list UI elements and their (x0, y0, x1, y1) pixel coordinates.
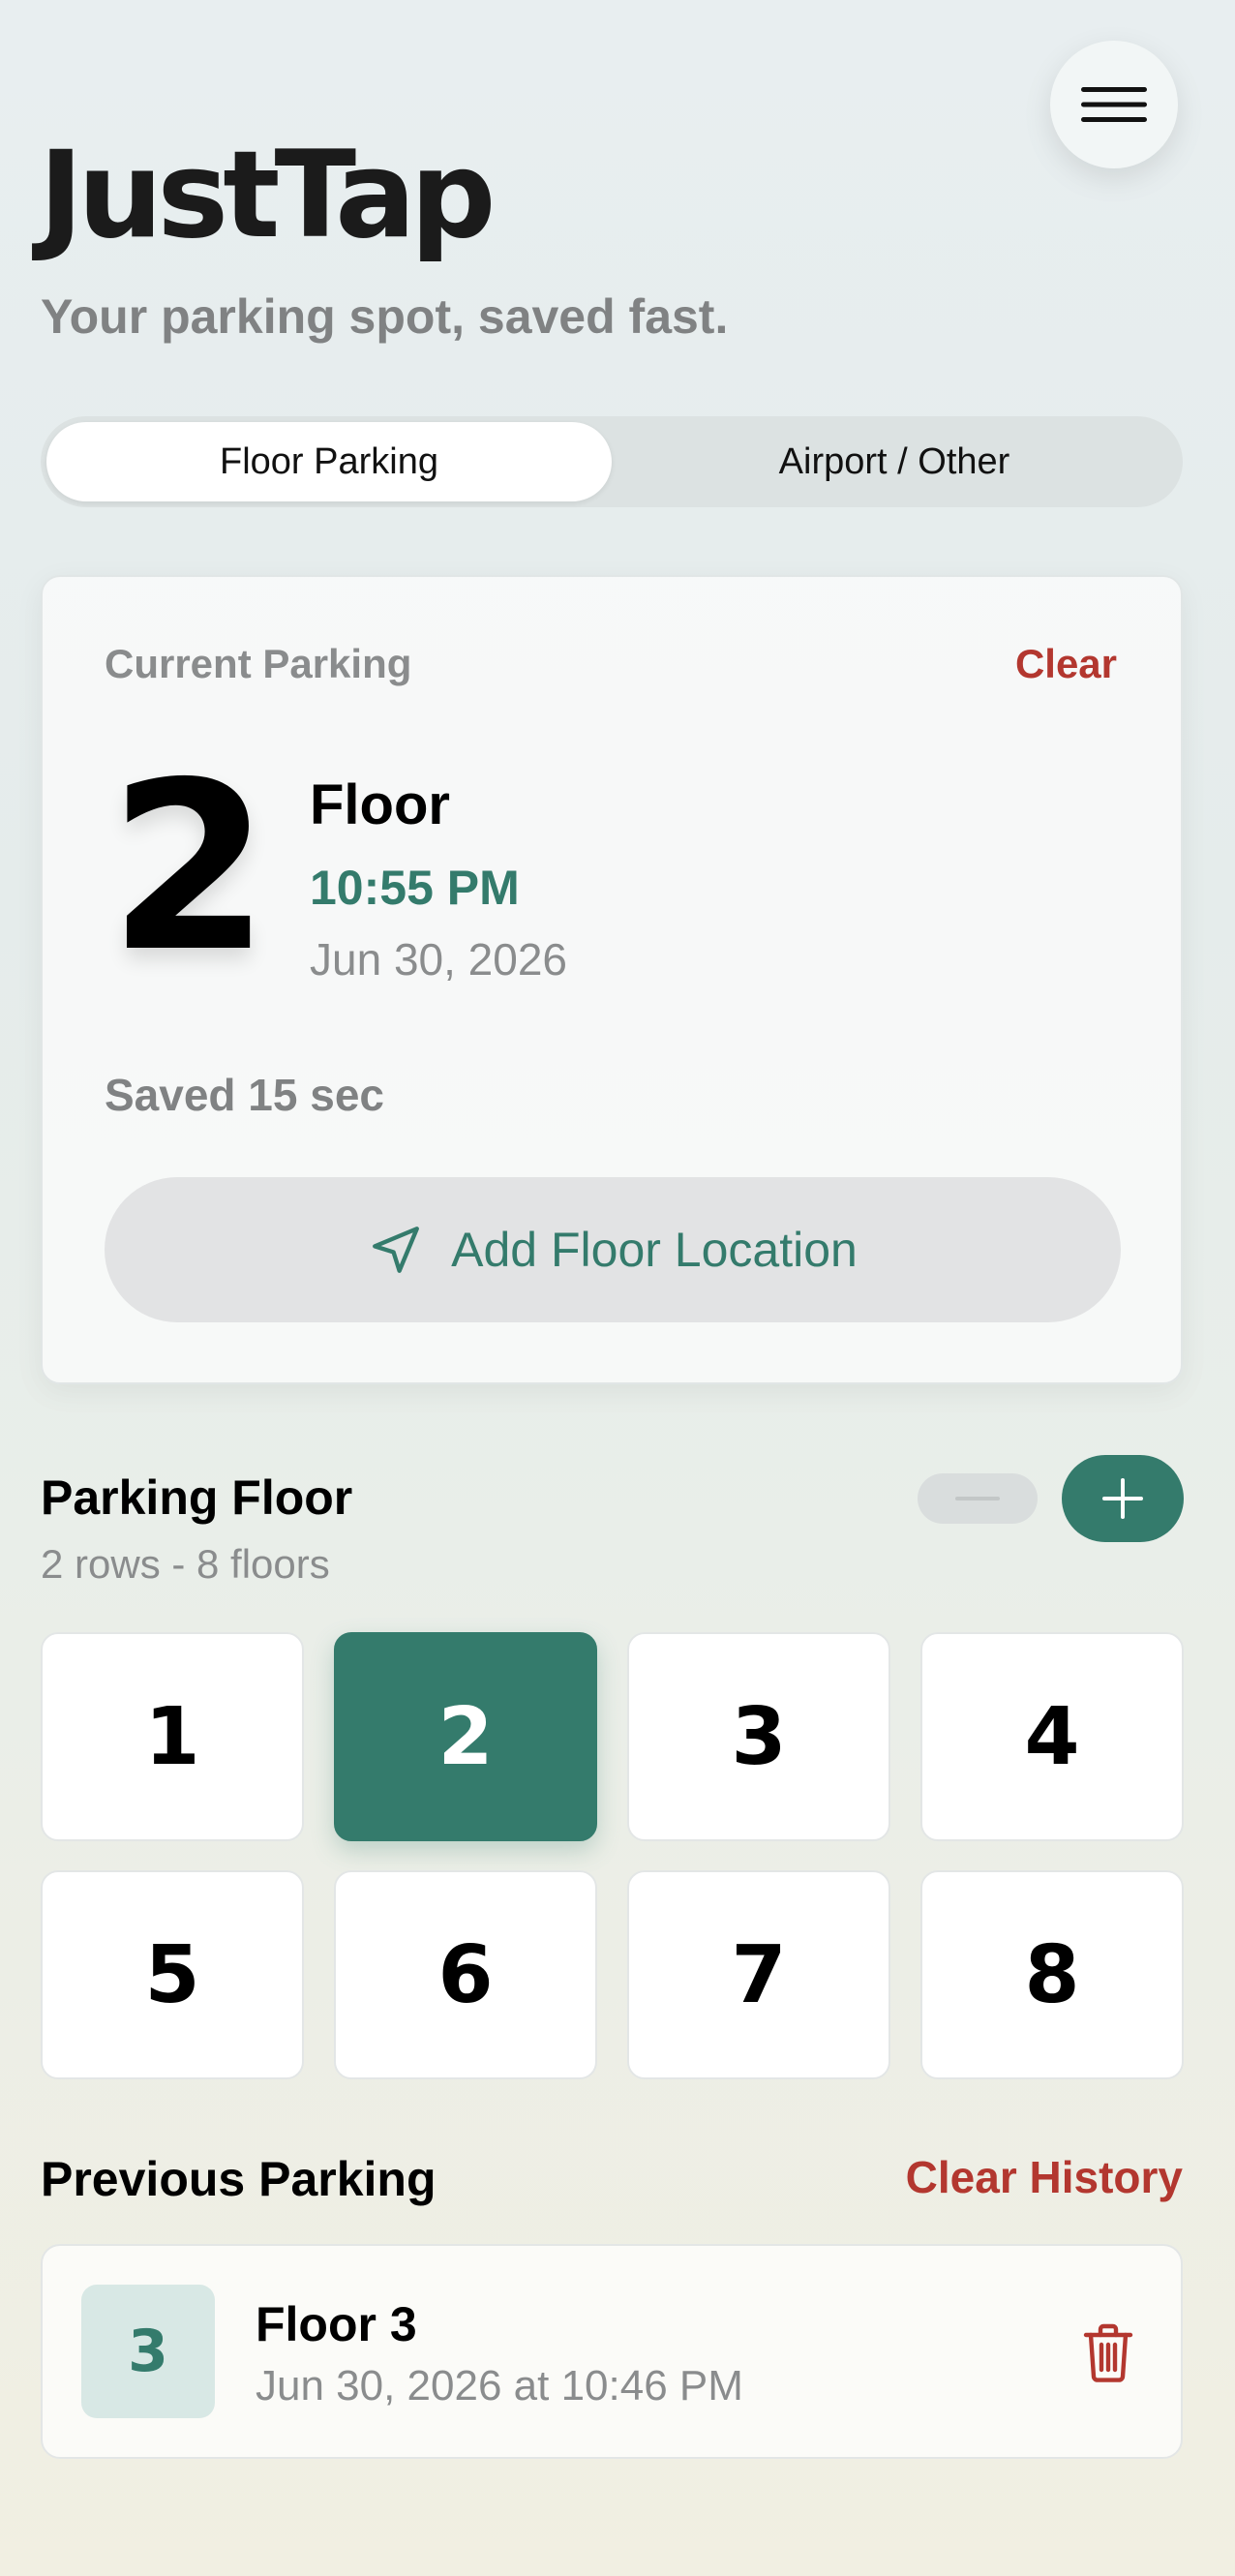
saved-time: 10:55 PM (310, 861, 520, 915)
floor-button-6[interactable]: 6 (334, 1870, 597, 2079)
app-title: JustTap (39, 126, 497, 265)
navigation-arrow-icon (373, 1227, 420, 1273)
floor-button-7[interactable]: 7 (627, 1870, 890, 2079)
trash-icon (1083, 2323, 1133, 2382)
floor-label: Floor (310, 773, 450, 836)
history-item-title: Floor 3 (256, 2297, 417, 2351)
floor-button-5[interactable]: 5 (41, 1870, 304, 2079)
parking-floor-subtitle: 2 rows - 8 floors (41, 1541, 330, 1587)
floor-grid: 1 2 3 4 5 6 7 8 (41, 1632, 1185, 2079)
delete-history-button[interactable] (1076, 2321, 1140, 2385)
current-floor-number: 2 (108, 732, 270, 1003)
app-subtitle: Your parking spot, saved fast. (41, 289, 729, 344)
current-parking-card: Current Parking Clear 2 Floor 10:55 PM J… (41, 575, 1183, 1384)
floor-button-2[interactable]: 2 (334, 1632, 597, 1841)
history-item-date: Jun 30, 2026 at 10:46 PM (256, 2362, 743, 2409)
saved-ago: Saved 15 sec (105, 1070, 385, 1120)
saved-date: Jun 30, 2026 (310, 934, 568, 985)
clear-history-button[interactable]: Clear History (906, 2151, 1183, 2203)
floor-button-8[interactable]: 8 (920, 1870, 1184, 2079)
parking-floor-title: Parking Floor (41, 1470, 353, 1525)
minus-icon (955, 1497, 1000, 1500)
tab-floor-parking[interactable]: Floor Parking (46, 422, 612, 501)
tab-airport-other[interactable]: Airport / Other (612, 422, 1177, 501)
parking-mode-tabs: Floor Parking Airport / Other (41, 416, 1183, 507)
add-floor-location-button[interactable]: Add Floor Location (105, 1177, 1121, 1322)
floor-button-1[interactable]: 1 (41, 1632, 304, 1841)
previous-parking-title: Previous Parking (41, 2152, 437, 2206)
add-floor-location-label: Add Floor Location (451, 1223, 858, 1277)
add-row-button[interactable] (1062, 1455, 1184, 1542)
history-item[interactable]: 3 Floor 3 Jun 30, 2026 at 10:46 PM (41, 2244, 1183, 2459)
floor-button-3[interactable]: 3 (627, 1632, 890, 1841)
hamburger-icon (1081, 87, 1147, 122)
plus-icon (1102, 1478, 1143, 1519)
history-floor-badge: 3 (81, 2285, 215, 2418)
remove-row-button[interactable] (918, 1473, 1038, 1524)
floor-button-4[interactable]: 4 (920, 1632, 1184, 1841)
current-parking-label: Current Parking (105, 641, 412, 686)
menu-button[interactable] (1050, 41, 1178, 168)
clear-button[interactable]: Clear (1015, 641, 1117, 687)
